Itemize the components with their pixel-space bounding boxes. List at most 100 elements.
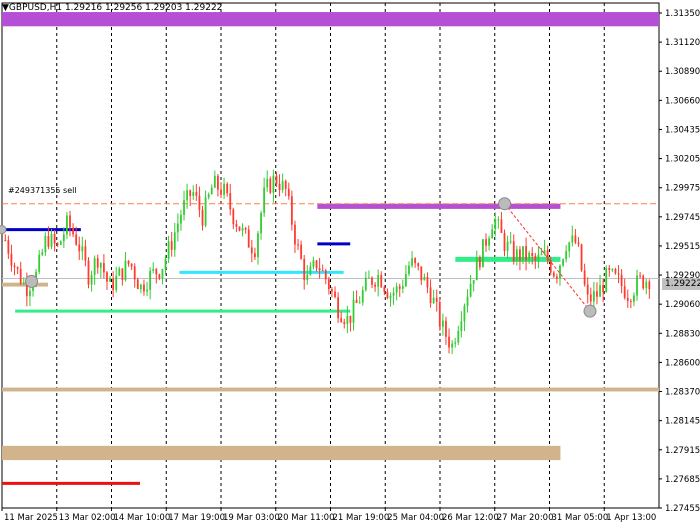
candle-body [404, 274, 407, 286]
trade-exit-marker[interactable] [583, 304, 597, 318]
trade-marker-left[interactable] [25, 274, 39, 288]
candle-body [161, 269, 164, 279]
candle-body [84, 246, 87, 261]
candle-body [47, 236, 50, 247]
candle-body [583, 270, 586, 285]
candle-body [565, 251, 568, 260]
candle-body [189, 190, 192, 196]
candle-body [346, 315, 349, 325]
candle-body [152, 268, 155, 271]
trade-marker-edge[interactable] [0, 225, 7, 235]
candle-body [53, 233, 56, 244]
candle-body [426, 276, 429, 288]
candle-body [29, 290, 31, 297]
candle-body [124, 260, 127, 281]
candle-body [176, 223, 179, 233]
candle-body [500, 219, 503, 233]
candle-body [368, 277, 370, 279]
candle-body [371, 277, 373, 285]
candle-body [478, 257, 481, 268]
candle-body [312, 260, 315, 267]
candle-body [577, 242, 580, 245]
candle-body [555, 276, 558, 279]
y-axis-label: 1.28830 [665, 329, 700, 339]
candle-body [574, 235, 577, 243]
candle-body [592, 291, 595, 302]
candle-body [50, 233, 53, 247]
order-label[interactable]: #249371355 sell [8, 186, 77, 196]
y-axis-label: 1.29515 [665, 242, 700, 252]
candle-body [586, 284, 589, 295]
candle-body [294, 224, 296, 245]
candle-body [7, 240, 10, 254]
y-axis-label: 1.30205 [665, 155, 700, 165]
candle-body [167, 241, 170, 259]
magenta-mid-zone[interactable] [317, 203, 561, 209]
candle-body [158, 274, 161, 279]
candle-body [275, 175, 278, 184]
candle-body [16, 267, 19, 269]
candle-body [130, 263, 133, 267]
candle-body [605, 267, 608, 293]
candle-body [519, 249, 521, 261]
candle-body [112, 278, 115, 291]
candle-body [525, 246, 527, 261]
y-axis-label: 1.27685 [665, 475, 700, 485]
candle-body [143, 284, 145, 292]
x-axis-label: 17 Mar 19:00 [168, 513, 225, 523]
candle-body [324, 270, 327, 280]
candle-body [364, 277, 367, 291]
candle-body [602, 285, 605, 293]
candle-body [207, 194, 210, 198]
candle-body [506, 241, 509, 251]
candle-body [96, 258, 99, 268]
candle-body [272, 175, 275, 193]
tan-low-zone[interactable] [2, 445, 561, 461]
candle-body [109, 278, 111, 282]
candle-body [244, 228, 247, 230]
candle-body [337, 297, 340, 319]
y-axis-label: 1.28370 [665, 388, 700, 398]
candle-body [75, 234, 78, 245]
candle-body [201, 209, 204, 226]
candle-body [99, 263, 102, 268]
trade-entry-marker[interactable] [498, 197, 512, 211]
candle-body [448, 336, 450, 348]
current-price-tag: 1.29222 [662, 278, 700, 290]
candle-body [629, 300, 632, 302]
x-axis-label: 14 Mar 10:00 [114, 513, 171, 523]
candle-body [534, 255, 537, 261]
magenta-top-zone[interactable] [2, 12, 659, 27]
candle-body [423, 276, 426, 281]
candle-body [580, 244, 583, 271]
candle-body [146, 289, 148, 292]
candle-body [87, 260, 90, 285]
tan-left-zone[interactable] [2, 282, 48, 287]
candle-body [374, 284, 376, 287]
candle-body [121, 268, 124, 281]
candle-body [596, 291, 598, 297]
candle-body [59, 241, 62, 245]
tan-mid-zone[interactable] [2, 387, 659, 392]
candle-body [297, 244, 299, 246]
candle-body [321, 270, 324, 272]
candle-body [488, 238, 491, 246]
candle-body [93, 258, 96, 275]
candle-body [401, 285, 404, 289]
candle-body [515, 249, 518, 262]
candle-body [408, 265, 410, 275]
candle-body [44, 236, 47, 253]
candle-body [139, 284, 142, 290]
candle-body [204, 197, 207, 226]
price-chart[interactable]: 1.31350 1.31120 1.30890 1.30660 1.30435 1.302… [0, 0, 700, 525]
candle-body [463, 306, 466, 322]
candle-body [149, 270, 152, 290]
x-axis-label: 13 Mar 02:00 [59, 513, 116, 523]
candle-body [278, 183, 281, 191]
candle-body [327, 279, 330, 290]
candle-body [349, 315, 352, 323]
triangle-down-icon[interactable]: ▼ [2, 3, 9, 13]
y-axis-label: 1.27455 [665, 504, 700, 514]
candle-body [645, 281, 648, 289]
candle-body [343, 321, 346, 325]
